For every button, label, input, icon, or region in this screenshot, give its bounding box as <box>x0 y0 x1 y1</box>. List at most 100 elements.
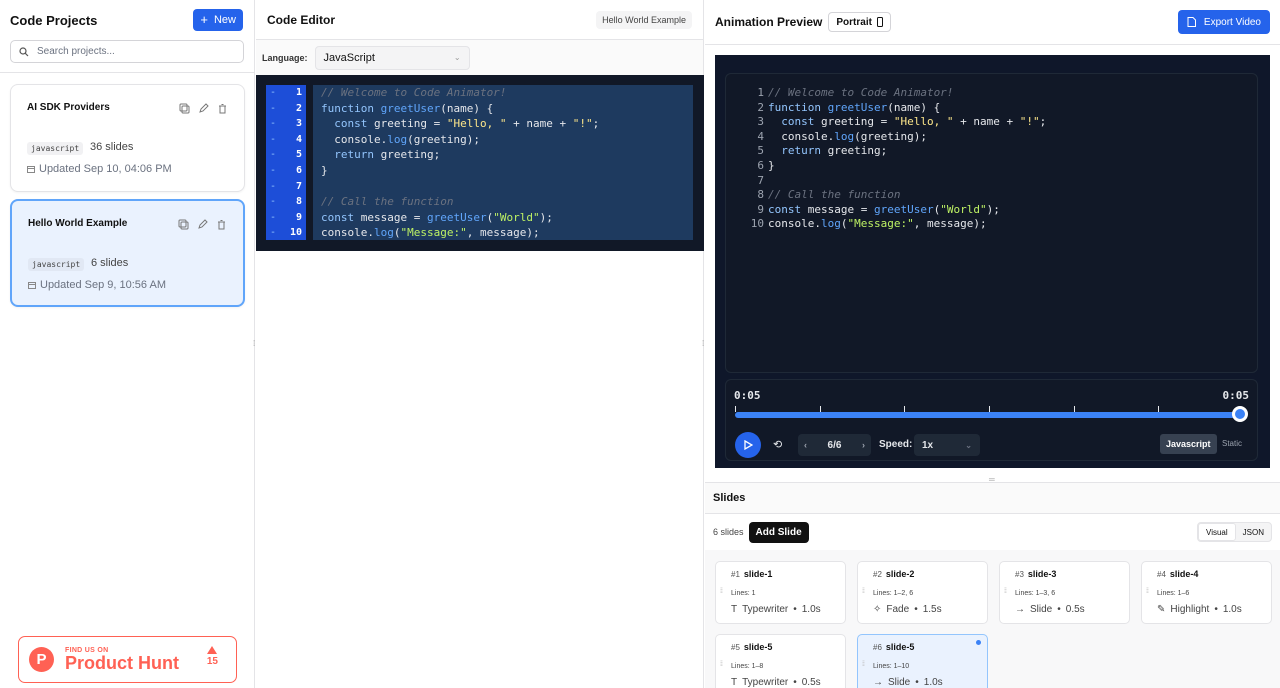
separator-dot: • <box>793 677 797 688</box>
code-text-area[interactable]: // Welcome to Code Animator! function gre… <box>313 85 693 240</box>
add-slide-button[interactable]: Add Slide <box>748 521 809 543</box>
fold-marker: - <box>270 211 277 223</box>
copy-icon[interactable] <box>179 103 190 114</box>
code-line[interactable]: } <box>313 163 693 179</box>
code-token: "!" <box>1019 115 1040 129</box>
slide-card[interactable]: ⁞⁞ #1 slide-1 Lines: 1 T Typewriter • 1.0s <box>715 561 846 624</box>
slide-card[interactable]: ⁞⁞ #3 slide-3 Lines: 1–3, 6 → Slide • 0.5s <box>999 561 1130 624</box>
slide-name: slide-1 <box>743 569 773 579</box>
code-token: ; <box>592 117 600 131</box>
trash-icon[interactable] <box>217 103 228 114</box>
edit-icon[interactable] <box>198 103 209 114</box>
project-card[interactable]: AI SDK Providers javascript 36 slides Up… <box>10 84 245 192</box>
slide-number: #6 <box>873 643 882 652</box>
line-number-value: 7 <box>295 180 302 192</box>
product-hunt-logo: P <box>29 647 54 672</box>
transition-icon: ✧ <box>873 604 882 615</box>
preview-screen: 1 // Welcome to Code Animator! 2 function g… <box>725 73 1258 373</box>
timeline-track[interactable] <box>735 412 1243 418</box>
search-input[interactable] <box>37 46 227 57</box>
code-line[interactable]: const message = greetUser("World"); <box>313 210 693 226</box>
code-line[interactable]: // Welcome to Code Animator! <box>313 85 693 101</box>
slides-count: 6 slides <box>91 257 129 269</box>
line-number: -9 <box>266 210 306 226</box>
orientation-toggle[interactable]: Portrait <box>828 12 891 32</box>
line-number-value: 4 <box>295 133 302 145</box>
export-video-button[interactable]: Export Video <box>1177 10 1270 34</box>
separator-dot: • <box>914 604 918 615</box>
drag-handle-icon[interactable]: ⁞⁞ <box>862 588 865 595</box>
code-token: } <box>321 163 328 177</box>
phone-icon <box>876 17 883 27</box>
prev-slide-icon[interactable]: ‹ <box>804 440 807 450</box>
slide-number: #3 <box>1015 570 1024 579</box>
slide-card[interactable]: ⁞⁞ #5 slide-5 Lines: 1–8 T Typewriter • 0.5s <box>715 634 846 688</box>
code-token: greeting; <box>380 148 441 162</box>
slide-duration: 1.5s <box>922 604 942 615</box>
slide-name: slide-3 <box>1027 569 1057 579</box>
slide-card[interactable]: ⁞⁞ #6 slide-5 Lines: 1–10 → Slide • 1.0s <box>857 634 988 688</box>
drag-handle-icon[interactable]: ⁞⁞ <box>1146 588 1149 595</box>
slides-count: 6 slides <box>713 527 744 537</box>
code-line[interactable]: const greeting = "Hello, " + name + "!"; <box>313 116 693 132</box>
drag-handle-icon[interactable]: ⁞⁞ <box>720 661 723 668</box>
code-line[interactable]: console.log("Message:", message); <box>313 225 693 241</box>
drag-handle-icon[interactable]: ⁞⁞ <box>720 588 723 595</box>
code-line[interactable]: function greetUser(name) { <box>313 101 693 117</box>
code-line[interactable]: console.log(greeting); <box>313 132 693 148</box>
loop-icon[interactable]: ⟲ <box>773 438 782 451</box>
line-number: -7 <box>266 179 306 195</box>
code-line[interactable] <box>313 179 693 195</box>
slide-name: slide-4 <box>1169 569 1199 579</box>
edit-icon[interactable] <box>197 219 208 230</box>
code-line[interactable]: // Call the function <box>313 194 693 210</box>
code-token: , message); <box>466 226 540 240</box>
copy-icon[interactable] <box>178 219 189 230</box>
preview-code-line: 3 const greeting = "Hello, " + name + "!… <box>748 115 1046 130</box>
line-number-value: 8 <box>295 196 302 208</box>
transition-icon: T <box>731 677 738 688</box>
slide-lines: Lines: 1–2, 6 <box>873 590 914 597</box>
new-project-button[interactable]: + New <box>193 9 243 31</box>
projects-title: Code Projects <box>10 12 98 28</box>
view-json-tab[interactable]: JSON <box>1236 523 1271 541</box>
timeline-thumb[interactable] <box>1232 406 1248 422</box>
trash-icon[interactable] <box>216 219 227 230</box>
project-card-active[interactable]: Hello World Example javascript 6 slides … <box>10 199 245 307</box>
code-token: return <box>781 144 828 158</box>
line-number: -4 <box>266 132 306 148</box>
language-select[interactable]: JavaScript ⌄ <box>314 45 470 70</box>
code-editor[interactable]: -1-2-3-4-5-6-7-8-9-10 // Welcome to Code… <box>256 75 704 251</box>
line-number-value: 10 <box>289 227 302 239</box>
slide-transition: Highlight <box>1170 604 1210 615</box>
current-time: 0:05 <box>734 389 761 402</box>
mode-javascript-toggle[interactable]: Javascript <box>1160 434 1217 454</box>
product-hunt-title: Product Hunt <box>65 652 179 673</box>
drag-handle-icon[interactable]: ⁞⁞ <box>1004 588 1007 595</box>
mode-static-toggle[interactable]: Static <box>1222 439 1242 448</box>
play-button[interactable] <box>735 432 761 458</box>
next-slide-icon[interactable]: › <box>862 440 865 450</box>
preview-line-number: 8 <box>757 188 764 202</box>
separator-dot: • <box>915 677 919 688</box>
slide-card[interactable]: ⁞⁞ #4 slide-4 Lines: 1–6 ✎ Highlight • 1.0s <box>1141 561 1272 624</box>
preview-line-number: 5 <box>757 144 764 158</box>
view-visual-tab[interactable]: Visual <box>1198 523 1236 541</box>
project-search[interactable] <box>10 40 244 63</box>
drag-handle-icon[interactable]: ⁞⁞ <box>862 661 865 668</box>
speed-select[interactable]: 1x ⌄ <box>914 434 980 456</box>
preview-panel: Animation Preview Portrait Export Video … <box>705 0 1280 688</box>
timeline-tick <box>904 406 906 412</box>
preview-code: 1 // Welcome to Code Animator! 2 function g… <box>748 86 1046 232</box>
code-token: log <box>373 226 394 240</box>
line-number-value: 5 <box>295 149 302 161</box>
chevron-down-icon: ⌄ <box>965 440 972 450</box>
product-hunt-badge[interactable]: P FIND US ON Product Hunt 15 <box>18 636 237 683</box>
code-line[interactable]: return greeting; <box>313 147 693 163</box>
code-token: (name) { <box>887 100 941 114</box>
slide-position: 6/6 <box>827 439 842 451</box>
slide-card[interactable]: ⁞⁞ #2 slide-2 Lines: 1–2, 6 ✧ Fade • 1.5s <box>857 561 988 624</box>
